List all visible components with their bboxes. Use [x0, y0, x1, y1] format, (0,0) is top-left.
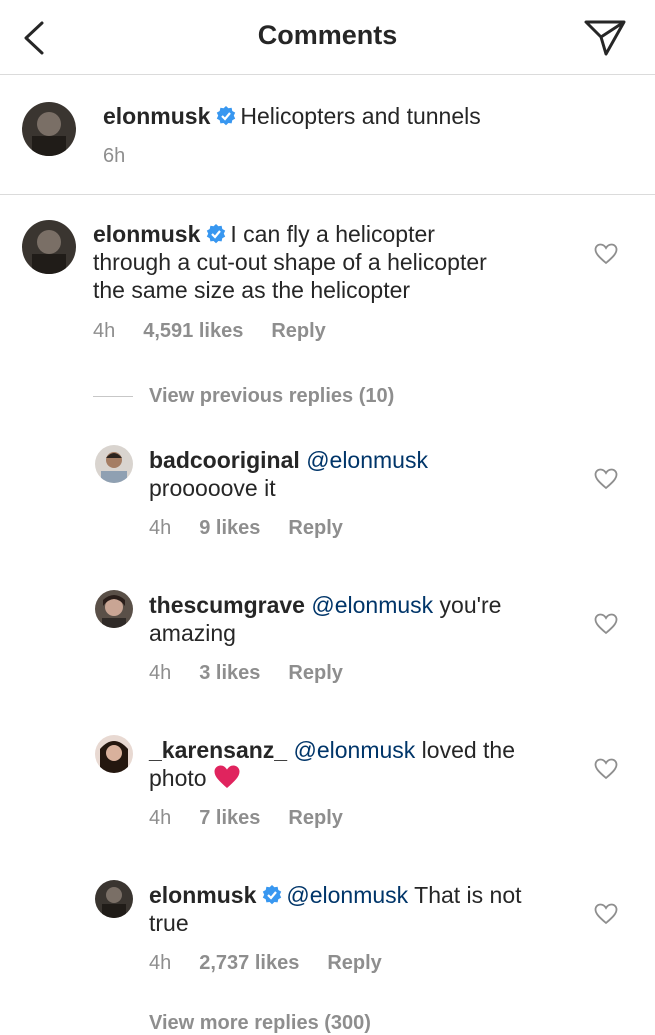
reply-time: 4h	[149, 952, 172, 974]
page-title: Comments	[257, 20, 398, 50]
reply-text: badcooriginal @elonmusk prooooove it	[149, 446, 428, 502]
like-heart-icon[interactable]	[594, 243, 618, 265]
reply-text: thescumgrave @elonmusk you're amazing	[149, 591, 501, 647]
mention-link[interactable]: @elonmusk	[286, 882, 408, 908]
reply-time: 4h	[149, 807, 172, 829]
like-heart-icon[interactable]	[594, 468, 618, 490]
likes-count[interactable]: 3 likes	[199, 662, 260, 684]
avatar[interactable]	[22, 102, 76, 156]
reply-username[interactable]: _karensanz_	[149, 737, 287, 763]
reply-body: you're	[433, 592, 502, 618]
reply-line: photo	[149, 765, 207, 791]
reply-line: prooooove it	[149, 475, 276, 501]
caption-body: Helicopters and tunnels	[240, 103, 481, 129]
avatar[interactable]	[22, 220, 76, 274]
reply-button[interactable]: Reply	[288, 662, 342, 684]
avatar[interactable]	[95, 735, 133, 773]
likes-count[interactable]: 2,737 likes	[199, 952, 299, 974]
red-heart-emoji-icon	[214, 765, 240, 788]
reply-text: elonmusk @elonmusk That is not true	[149, 881, 522, 937]
comment-time: 4h	[93, 320, 116, 342]
mention-link[interactable]: @elonmusk	[311, 592, 433, 618]
like-heart-icon[interactable]	[594, 758, 618, 780]
mention-link[interactable]: @elonmusk	[306, 447, 428, 473]
reply-text: _karensanz_ @elonmusk loved the photo	[149, 736, 515, 792]
reply-button[interactable]: Reply	[288, 807, 342, 829]
view-previous-label[interactable]: View previous replies (10)	[149, 385, 394, 408]
reply-time: 4h	[149, 662, 172, 684]
comment-line: through a cut-out shape of a helicopter	[93, 249, 487, 275]
divider-line	[93, 395, 133, 397]
caption-time: 6h	[103, 145, 126, 167]
reply-username[interactable]: elonmusk	[149, 882, 256, 908]
likes-count[interactable]: 9 likes	[199, 517, 260, 539]
mention-link[interactable]: @elonmusk	[293, 737, 415, 763]
view-previous-replies[interactable]: View previous replies (10)	[93, 382, 394, 410]
reply-meta: 4h 2,737 likes Reply	[149, 952, 410, 975]
reply-meta: 4h 7 likes Reply	[149, 807, 371, 830]
verified-badge-icon	[263, 885, 282, 905]
comment-line: the same size as the helicopter	[93, 277, 411, 303]
likes-count[interactable]: 4,591 likes	[143, 320, 243, 342]
reply-button[interactable]: Reply	[327, 952, 381, 974]
reply-body: That is not	[408, 882, 522, 908]
comment-text: elonmusk I can fly a helicopter through a…	[93, 220, 563, 304]
reply-body: loved the	[415, 737, 516, 763]
direct-send-icon[interactable]	[582, 18, 628, 58]
reply-meta: 4h 3 likes Reply	[149, 662, 371, 685]
verified-badge-icon	[207, 224, 226, 244]
post-caption: elonmusk Helicopters and tunnels 6h	[0, 75, 655, 195]
comment-meta: 4h 4,591 likes Reply	[93, 320, 354, 343]
caption-meta: 6h	[103, 145, 153, 168]
reply-button[interactable]: Reply	[271, 320, 325, 342]
top-bar: Comments	[0, 0, 655, 75]
avatar[interactable]	[95, 590, 133, 628]
reply-username[interactable]: badcooriginal	[149, 447, 300, 473]
reply-meta: 4h 9 likes Reply	[149, 517, 371, 540]
reply-time: 4h	[149, 517, 172, 539]
comment-line: I can fly a helicopter	[230, 221, 435, 247]
reply-button[interactable]: Reply	[288, 517, 342, 539]
likes-count[interactable]: 7 likes	[199, 807, 260, 829]
reply-line: true	[149, 910, 189, 936]
caption-text: elonmusk Helicopters and tunnels	[103, 102, 481, 130]
comment-username[interactable]: elonmusk	[93, 221, 200, 247]
reply-line: amazing	[149, 620, 236, 646]
like-heart-icon[interactable]	[594, 613, 618, 635]
like-heart-icon[interactable]	[594, 903, 618, 925]
verified-badge-icon	[217, 106, 236, 126]
caption-username[interactable]: elonmusk	[103, 103, 210, 129]
avatar[interactable]	[95, 445, 133, 483]
reply-username[interactable]: thescumgrave	[149, 592, 305, 618]
avatar[interactable]	[95, 880, 133, 918]
